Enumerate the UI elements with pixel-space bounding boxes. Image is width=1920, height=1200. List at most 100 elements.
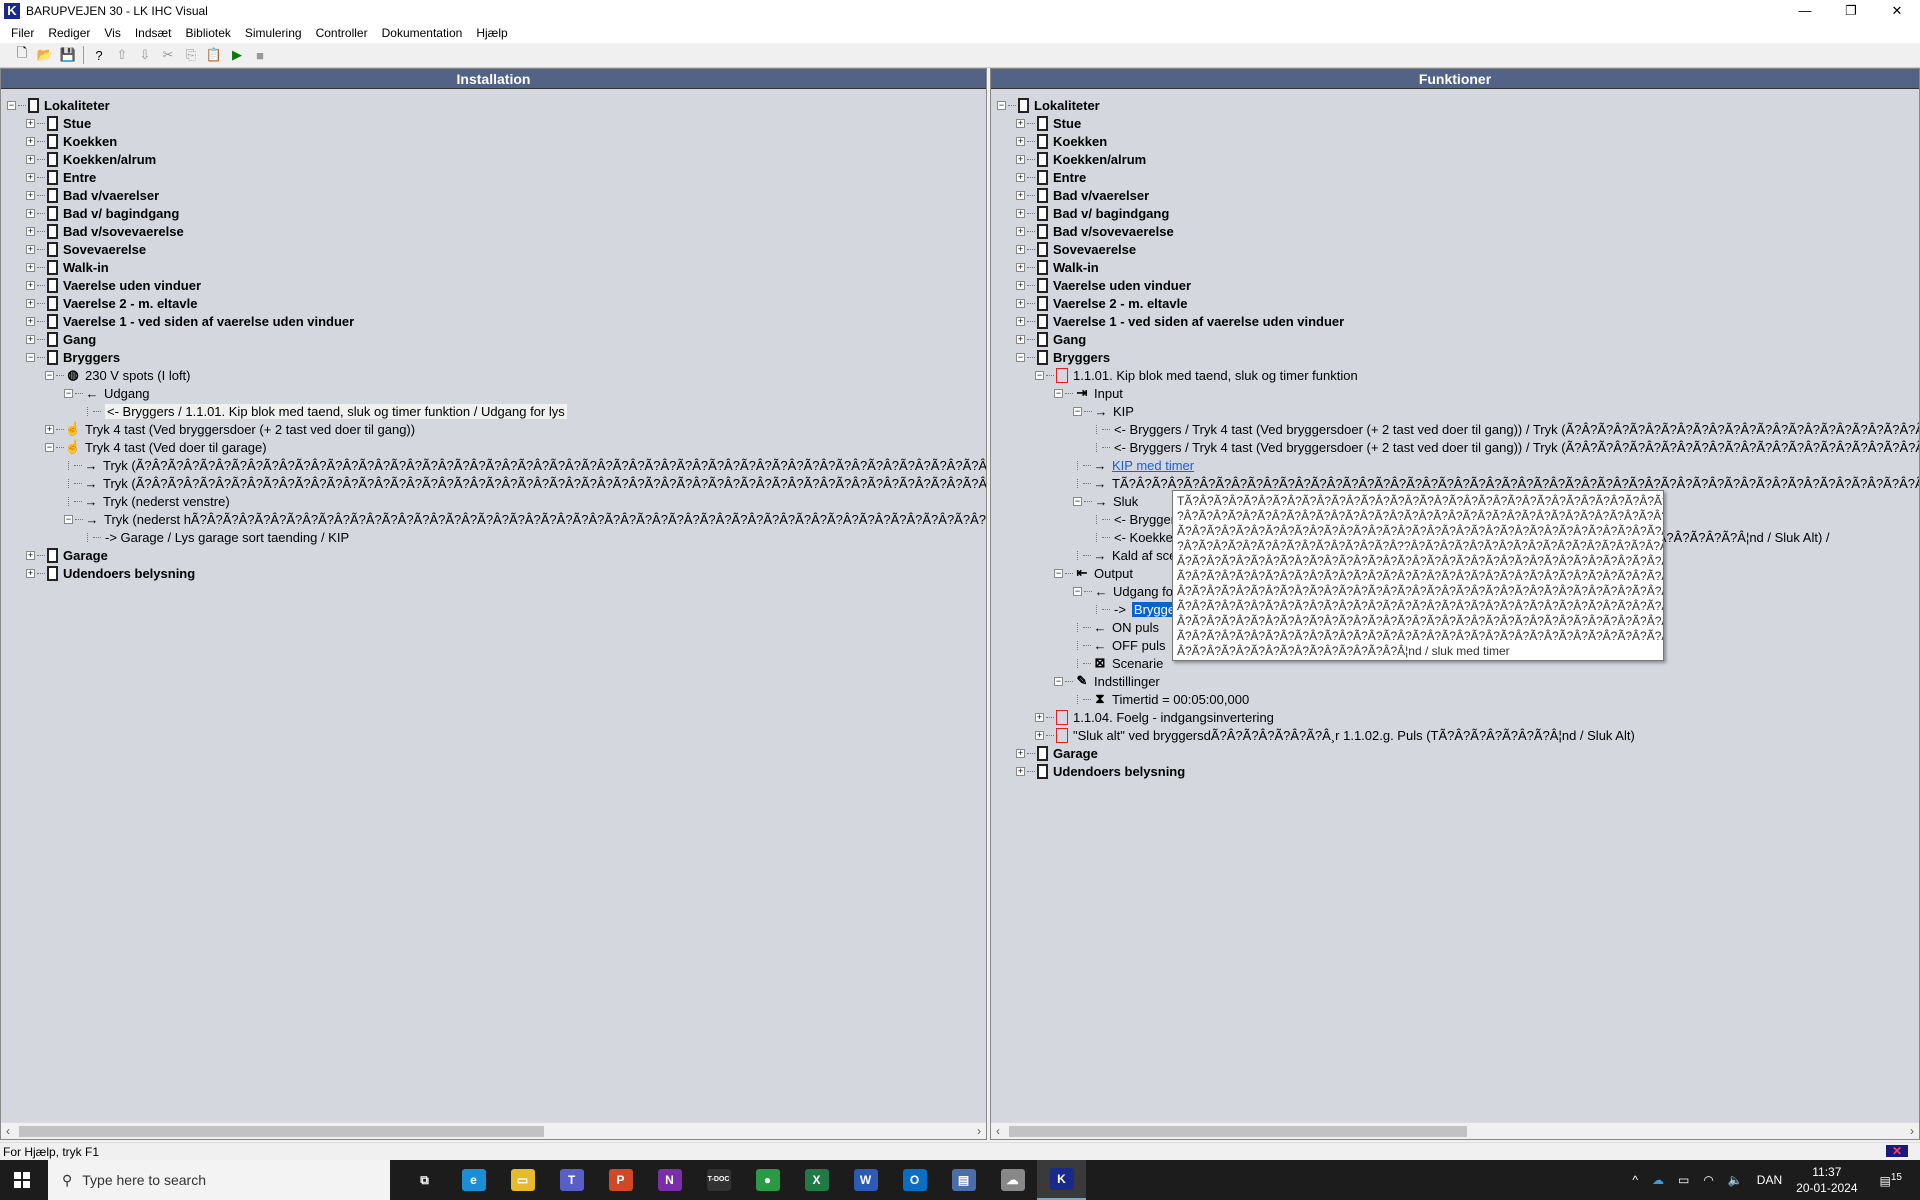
maximize-button[interactable]: ❐ [1828, 0, 1874, 22]
tree-row[interactable]: <- Bryggers / Tryk 4 tast (Ved bryggersd… [1092, 420, 1919, 438]
expand-icon[interactable]: + [26, 118, 35, 128]
tree-row[interactable]: + Entre [26, 168, 96, 186]
tree-row[interactable]: + Vaerelse 2 - m. eltavle [26, 294, 197, 312]
tree-row[interactable]: ← ON puls [1073, 618, 1159, 636]
tree-row[interactable]: ← OFF puls [1073, 636, 1165, 654]
horizontal-scrollbar[interactable]: ‹ › [991, 1122, 1919, 1139]
scroll-right-icon[interactable]: › [1910, 1123, 1914, 1139]
tree-row[interactable]: − Bryggers [1016, 348, 1110, 366]
tree-row[interactable]: + Koekken [1016, 132, 1107, 150]
tree-row[interactable]: -> Garage / Lys garage sort taending / K… [83, 528, 349, 546]
tree-row[interactable]: − Lokaliteter [7, 96, 110, 114]
menu-filer[interactable]: Filer [4, 26, 41, 40]
tree-row[interactable]: + Stue [26, 114, 91, 132]
new-icon[interactable]: 🗋 [14, 45, 30, 63]
taskbar-edge[interactable]: e [449, 1160, 498, 1200]
minimize-button[interactable]: — [1782, 0, 1828, 22]
tree-row[interactable]: + Garage [26, 546, 108, 564]
taskbar-remote-desktop[interactable]: ▤ [939, 1160, 988, 1200]
tree-row[interactable]: − ⇥ Input [1054, 384, 1123, 402]
tree-row[interactable]: + Walk-in [26, 258, 109, 276]
tree-row[interactable]: + Walk-in [1016, 258, 1099, 276]
save-icon[interactable]: 💾 [60, 47, 76, 63]
expand-icon[interactable]: + [1016, 766, 1025, 776]
collapse-icon[interactable]: − [45, 370, 54, 380]
expand-icon[interactable]: + [1016, 748, 1025, 758]
tree-row[interactable]: <- Bryggers / Tryk 4 tast (Ved bryggersd… [1092, 438, 1919, 456]
menu-bibliotek[interactable]: Bibliotek [179, 26, 238, 40]
taskbar-word[interactable]: W [841, 1160, 890, 1200]
expand-icon[interactable]: + [45, 424, 54, 434]
expand-icon[interactable]: + [26, 550, 35, 560]
expand-icon[interactable]: + [1016, 298, 1025, 308]
tree-row[interactable]: + Sovevaerelse [26, 240, 146, 258]
scroll-right-icon[interactable]: › [977, 1123, 981, 1139]
tree-row[interactable]: + Udendoers belysning [1016, 762, 1185, 780]
open-icon[interactable]: 📂 [37, 47, 53, 63]
close-button[interactable]: ✕ [1874, 0, 1920, 22]
tree-row[interactable]: − ☝ Tryk 4 tast (Ved doer til garage) [45, 438, 267, 456]
collapse-icon[interactable]: − [64, 388, 73, 398]
tree-row[interactable]: + Vaerelse 1 - ved siden af vaerelse uden… [1016, 312, 1344, 330]
expand-icon[interactable]: + [26, 190, 35, 200]
expand-icon[interactable]: + [26, 226, 35, 236]
tree-row[interactable]: → Tryk (Ã?Â?Ã?Â?Ã?Â?Ã?Â?Ã?Â?Ã?Â?Ã?Â?Ã?Â?Ã… [64, 474, 986, 492]
language-indicator[interactable]: DAN [1757, 1173, 1782, 1187]
collapse-icon[interactable]: − [1073, 496, 1082, 506]
tree-row[interactable]: + Stue [1016, 114, 1081, 132]
collapse-icon[interactable]: − [997, 100, 1006, 110]
tree-row[interactable]: − → KIP [1073, 402, 1134, 420]
tree-row[interactable]: − → Tryk (nederst hÃ?Â?Ã?Â?Ã?Â?Ã?Â?Ã?Â?Ã?Â… [64, 510, 986, 528]
expand-icon[interactable]: + [26, 154, 35, 164]
collapse-icon[interactable]: − [1073, 406, 1082, 416]
volume-icon[interactable]: 🔈 [1728, 1173, 1743, 1187]
tree-row[interactable]: + Gang [26, 330, 96, 348]
taskbar-chrome[interactable]: ● [743, 1160, 792, 1200]
tree-row[interactable]: − ✎ Indstillinger [1054, 672, 1160, 690]
tree-row[interactable]: <- Bryggers / 1.1.01. Kip blok med taend… [83, 402, 567, 420]
cut-icon[interactable]: ✂ [160, 47, 176, 63]
taskbar-teams[interactable]: T [547, 1160, 596, 1200]
start-button[interactable] [14, 1172, 30, 1188]
expand-icon[interactable]: + [26, 298, 35, 308]
expand-icon[interactable]: + [26, 262, 35, 272]
expand-icon[interactable]: + [26, 172, 35, 182]
scroll-thumb[interactable] [19, 1126, 544, 1137]
tree-row[interactable]: − ← Udgang [64, 384, 150, 402]
battery-icon[interactable]: ▭ [1678, 1173, 1689, 1187]
tree-row[interactable]: + Koekken/alrum [26, 150, 156, 168]
expand-icon[interactable]: + [1016, 154, 1025, 164]
tree-row[interactable]: + ☝ Tryk 4 tast (Ved bryggersdoer (+ 2 tas… [45, 420, 415, 438]
tree-row[interactable]: + Bad v/vaerelser [26, 186, 159, 204]
tree-row[interactable]: + Koekken/alrum [1016, 150, 1146, 168]
expand-icon[interactable]: + [26, 568, 35, 578]
expand-icon[interactable]: + [1016, 190, 1025, 200]
tree-row[interactable]: + Koekken [26, 132, 117, 150]
tree-row[interactable]: − ⇤ Output [1054, 564, 1133, 582]
menu-indsæt[interactable]: Indsæt [128, 26, 179, 40]
tree-row[interactable]: + Entre [1016, 168, 1086, 186]
tree-row[interactable]: + Vaerelse uden vinduer [1016, 276, 1191, 294]
collapse-icon[interactable]: − [1054, 568, 1063, 578]
tree-row[interactable]: ⊠ Scenarie [1073, 654, 1163, 672]
horizontal-scrollbar[interactable]: ‹ › [1, 1122, 986, 1139]
scroll-left-icon[interactable]: ‹ [6, 1123, 10, 1139]
menu-simulering[interactable]: Simulering [238, 26, 309, 40]
expand-icon[interactable]: + [1016, 172, 1025, 182]
expand-icon[interactable]: + [1016, 118, 1025, 128]
expand-icon[interactable]: + [1016, 244, 1025, 254]
tree-row[interactable]: +1.1.04. Foelg - indgangsinvertering [1035, 708, 1274, 726]
paste-icon[interactable]: 📋 [206, 47, 222, 63]
expand-icon[interactable]: + [1016, 226, 1025, 236]
tree-row[interactable]: + Garage [1016, 744, 1098, 762]
expand-icon[interactable]: + [26, 316, 35, 326]
onedrive-icon[interactable]: ☁ [1652, 1173, 1664, 1187]
menu-hjælp[interactable]: Hjælp [469, 26, 514, 40]
tree-row[interactable]: − Lokaliteter [997, 96, 1100, 114]
expand-icon[interactable]: + [26, 280, 35, 290]
expand-icon[interactable]: + [1016, 208, 1025, 218]
menu-vis[interactable]: Vis [97, 26, 127, 40]
collapse-icon[interactable]: − [1054, 676, 1063, 686]
tree-row[interactable]: + Bad v/ bagindgang [26, 204, 179, 222]
expand-icon[interactable]: + [26, 136, 35, 146]
